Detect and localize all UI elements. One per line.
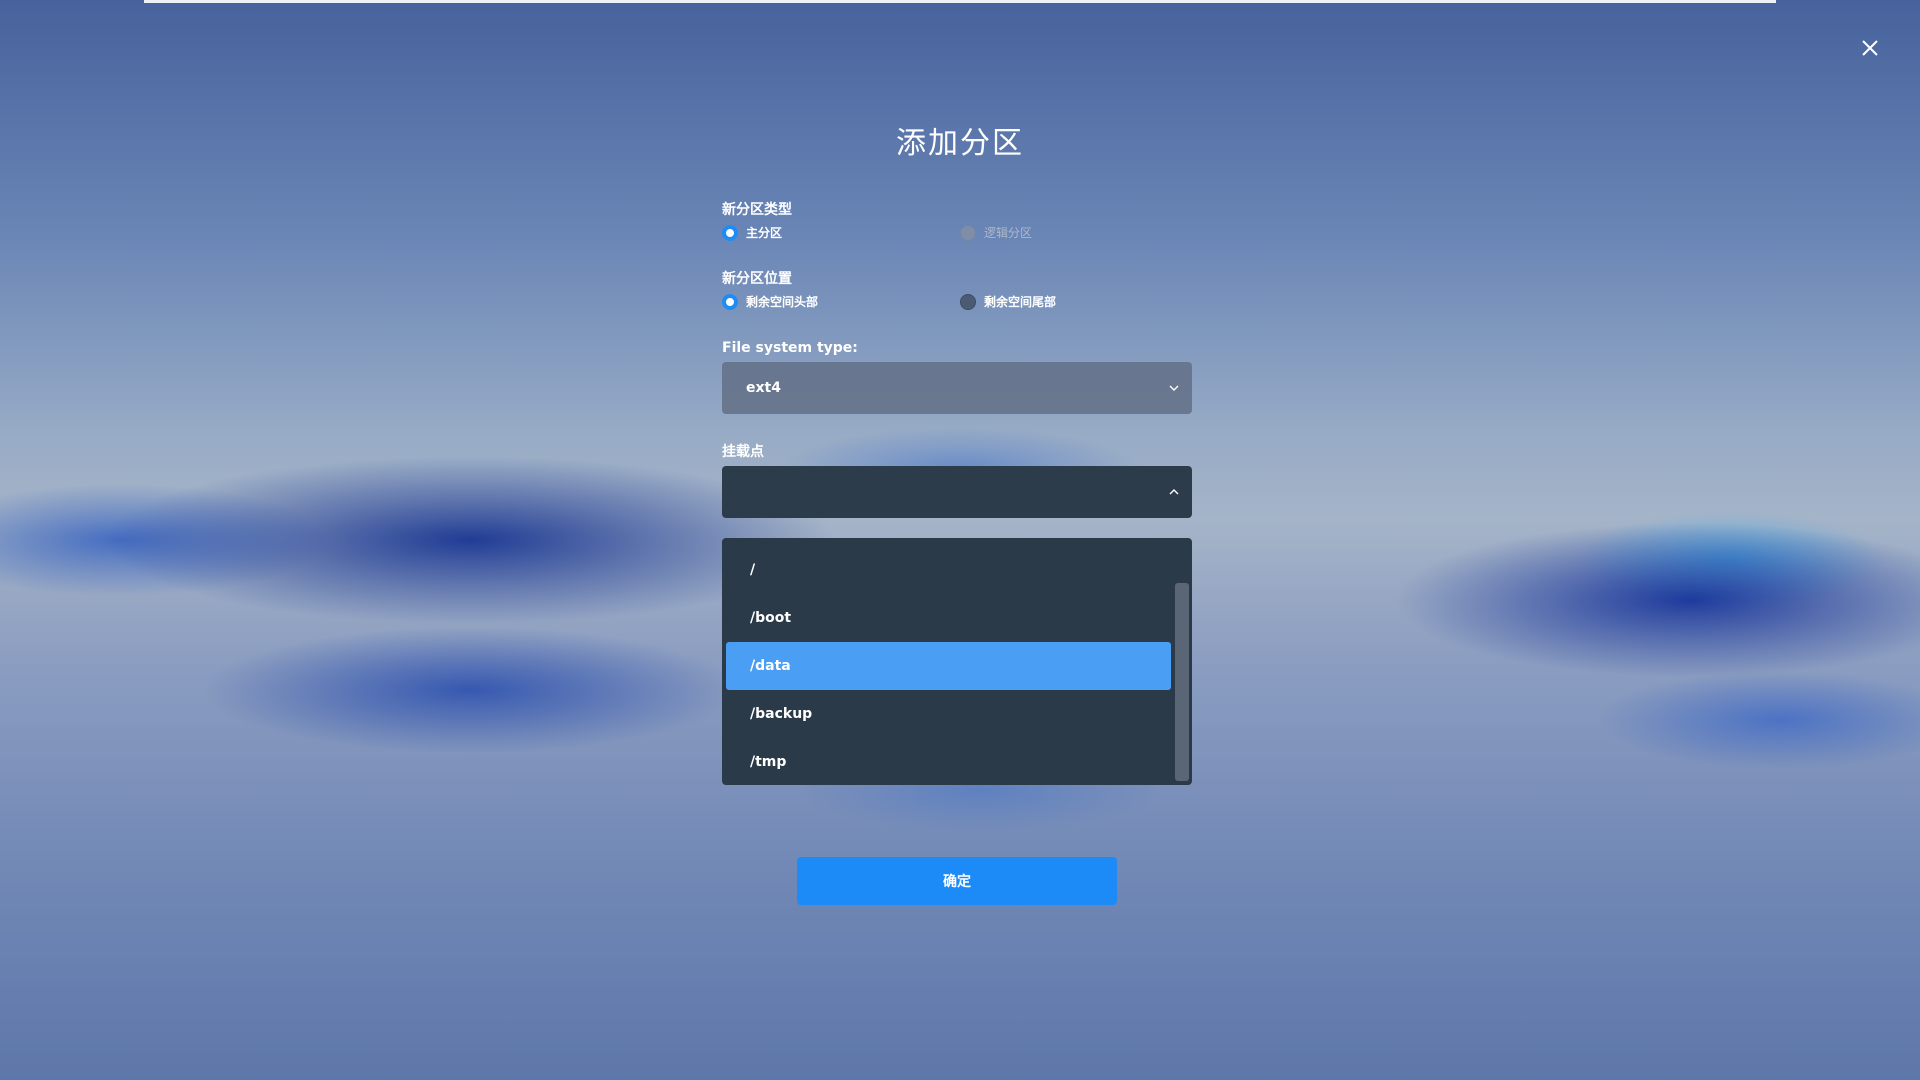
filesystem-select[interactable]: ext4 [722,362,1192,414]
filesystem-value: ext4 [746,380,781,396]
partition-location-label: 新分区位置 [722,271,792,287]
top-progress-strip [144,0,1776,3]
radio-label: 逻辑分区 [984,226,1033,240]
radio-label: 剩余空间尾部 [984,295,1057,309]
radio-unchecked-indicator [960,293,976,310]
installer-screen: 添加分区 新分区类型 主分区 逻辑分区 新分区位置 剩余空间头部 剩余空间尾部 [0,0,1920,1080]
close-button[interactable] [1858,36,1882,60]
mount-option-backup[interactable]: /backup [726,690,1171,738]
radio-disabled-indicator [960,224,976,241]
radio-location-head[interactable]: 剩余空间头部 [722,293,818,310]
radio-location-tail[interactable]: 剩余空间尾部 [960,293,1056,310]
mount-point-label: 挂载点 [722,444,764,460]
radio-logical-partition: 逻辑分区 [960,224,1032,241]
partition-type-group: 主分区 逻辑分区 [722,222,1192,244]
radio-checked-indicator [722,224,738,241]
filesystem-label: File system type: [722,340,858,356]
radio-label: 剩余空间头部 [746,295,819,309]
mount-option-root[interactable]: / [726,546,1171,594]
partition-type-label: 新分区类型 [722,202,792,218]
mount-point-dropdown: / /boot /data /backup /tmp [722,538,1192,785]
close-icon [1862,40,1878,56]
add-partition-form: 新分区类型 主分区 逻辑分区 新分区位置 剩余空间头部 剩余空间尾部 File … [722,200,1192,518]
radio-primary-partition[interactable]: 主分区 [722,224,782,241]
chevron-down-icon [1169,385,1179,391]
confirm-button[interactable]: 确定 [797,857,1117,905]
mount-option-data[interactable]: /data [726,642,1171,690]
chevron-up-icon [1169,489,1179,495]
radio-label: 主分区 [746,226,783,240]
radio-checked-indicator [722,293,738,310]
mount-point-select[interactable] [722,466,1192,518]
mount-option-boot[interactable]: /boot [726,594,1171,642]
mount-option-tmp[interactable]: /tmp [726,738,1171,786]
partition-location-group: 剩余空间头部 剩余空间尾部 [722,291,1192,313]
dialog-title: 添加分区 [896,126,1024,161]
dropdown-scrollbar[interactable] [1175,583,1189,781]
